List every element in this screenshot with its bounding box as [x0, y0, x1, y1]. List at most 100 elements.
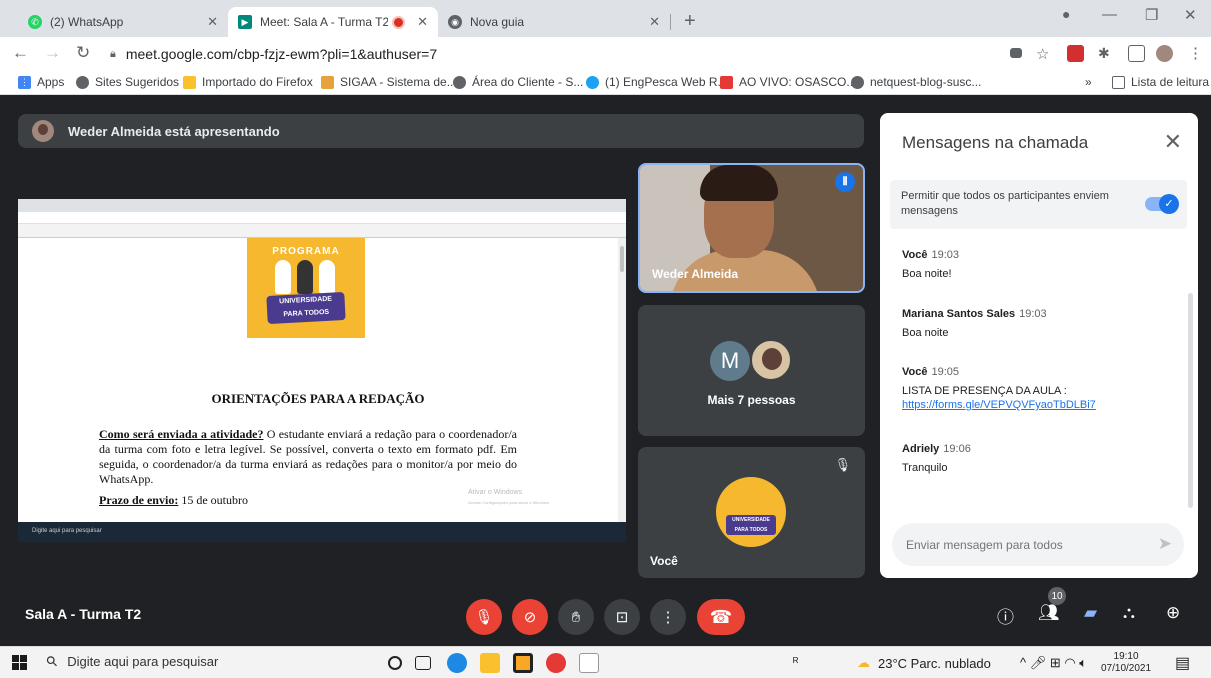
- participant-tile-self[interactable]: 🎙︎ UNIVERSIDADE PARA TODOS Você: [638, 447, 865, 578]
- close-tab-icon[interactable]: ✕: [417, 14, 428, 30]
- present-screen-button[interactable]: ⊡: [604, 599, 640, 635]
- globe-icon: [453, 75, 466, 89]
- recording-icon: [394, 17, 404, 27]
- chat-input-box[interactable]: ➤: [892, 523, 1184, 566]
- chrome-icon[interactable]: [546, 653, 566, 673]
- windows-watermark: Ativar o Windows Acesse Configurações pa…: [468, 488, 550, 508]
- leave-call-button[interactable]: ☎︎: [697, 599, 745, 635]
- watermark-line: Acesse Configurações para ativar o Windo…: [468, 500, 550, 505]
- bookmark-label: AO VIVO: OSASCO...: [739, 75, 857, 89]
- self-avatar-badge: UNIVERSIDADE PARA TODOS: [726, 515, 776, 535]
- message-link[interactable]: https://forms.gle/VEPVQVFyaoTbDLBi7: [902, 399, 1172, 411]
- chat-scrollbar[interactable]: [1188, 293, 1193, 508]
- participant-tile-presenter[interactable]: ⦀ Weder Almeida: [638, 163, 865, 293]
- bookmark-label: (1) EngPesca Web R...: [605, 75, 728, 89]
- camera-icon[interactable]: [1010, 48, 1022, 58]
- bookmark-area-cliente[interactable]: Área do Cliente - S...: [453, 75, 583, 89]
- more-people-label: Mais 7 pessoas: [707, 393, 796, 407]
- chat-message-input[interactable]: [906, 523, 1146, 566]
- presenter-avatar: [32, 120, 54, 142]
- meeting-info-button[interactable]: ⓘ: [997, 603, 1014, 628]
- mic-toggle-button[interactable]: 🎙︎: [466, 599, 502, 635]
- people-button[interactable]: 👥︎: [1038, 603, 1060, 623]
- message-sender: Você: [902, 249, 928, 261]
- taskbar-search[interactable]: ⚲ Digite aqui para pesquisar: [42, 652, 218, 671]
- restore-icon[interactable]: ❐: [1145, 6, 1158, 24]
- url-field[interactable]: 🔒︎ meet.google.com/cbp-fzjz-ewm?pli=1&au…: [110, 41, 990, 67]
- taskbar-clock[interactable]: 19:10 07/10/2021: [1101, 651, 1151, 675]
- cortana-icon[interactable]: [388, 656, 402, 670]
- menu-icon[interactable]: ⋮: [1188, 44, 1203, 62]
- profile-icon[interactable]: ●: [1062, 6, 1070, 22]
- notification-center-icon[interactable]: ▤: [1175, 653, 1190, 673]
- cast-icon[interactable]: [1128, 45, 1145, 62]
- logo-figure: [275, 260, 291, 294]
- reading-list[interactable]: Lista de leitura: [1112, 75, 1209, 89]
- close-icon[interactable]: ✕: [1164, 129, 1182, 155]
- participant-tile-others[interactable]: M Mais 7 pessoas: [638, 305, 865, 436]
- close-window-icon[interactable]: ✕: [1184, 6, 1197, 24]
- file-explorer-icon[interactable]: [480, 653, 500, 673]
- shared-pdf-page: PROGRAMA UNIVERSIDADE PARA TODOS ORIENTA…: [18, 238, 618, 522]
- bookmarks-overflow[interactable]: »: [1085, 75, 1092, 89]
- close-tab-icon[interactable]: ✕: [207, 14, 218, 30]
- tab-meet[interactable]: ▶ Meet: Sala A - Turma T2 ✕: [228, 7, 438, 37]
- forward-icon[interactable]: →: [44, 43, 61, 63]
- search-icon: ⚲: [42, 651, 62, 671]
- people-icon: 👥︎: [1038, 603, 1060, 622]
- doc-paragraph-heading: Prazo de envio:: [99, 493, 179, 507]
- allow-messages-toggle[interactable]: [1145, 194, 1179, 214]
- reading-list-icon: [1112, 75, 1125, 89]
- extensions-icon[interactable]: ✱: [1098, 45, 1110, 62]
- document-icon[interactable]: [579, 653, 599, 673]
- bookmark-netquest[interactable]: netquest-blog-susc...: [851, 75, 981, 89]
- edge-icon[interactable]: [447, 653, 467, 673]
- send-icon[interactable]: ➤: [1158, 534, 1172, 554]
- logo-footer: [247, 342, 365, 348]
- close-tab-icon[interactable]: ✕: [649, 14, 660, 30]
- bookmark-label: Importado do Firefox: [202, 75, 313, 89]
- lock-shield-icon: ⊕: [1166, 603, 1181, 622]
- bookmark-label: Sites Sugeridos: [95, 75, 180, 89]
- bookmark-label: Área do Cliente - S...: [472, 75, 584, 89]
- bookmark-aovivo[interactable]: AO VIVO: OSASCO...: [720, 75, 856, 89]
- logo-figure: [319, 260, 335, 294]
- bookmark-sigaa[interactable]: SIGAA - Sistema de...: [321, 75, 457, 89]
- camera-toggle-button[interactable]: ⊘: [512, 599, 548, 635]
- logo-badge: UNIVERSIDADE PARA TODOS: [266, 291, 346, 325]
- activities-button[interactable]: ⛬: [1123, 603, 1135, 623]
- sigaa-icon: [321, 75, 334, 89]
- weather-widget[interactable]: ☁︎ 23°C Parc. nublado: [857, 655, 991, 671]
- globe-icon: [76, 75, 89, 89]
- message-time: 19:05: [931, 366, 960, 378]
- tab-whatsapp[interactable]: ✆ (2) WhatsApp ✕: [18, 7, 228, 37]
- pdf-extension-icon[interactable]: [1067, 45, 1084, 62]
- people-tray-icon[interactable]: ᴿ: [793, 655, 807, 669]
- star-icon[interactable]: ☆: [1036, 45, 1049, 63]
- whatsapp-icon: ✆: [28, 15, 42, 29]
- bookmark-sites[interactable]: Sites Sugeridos: [76, 75, 179, 89]
- chat-message: Você 19:03 Boa noite!: [902, 247, 1172, 282]
- minimize-icon[interactable]: —: [1102, 6, 1117, 23]
- system-tray[interactable]: ^ 🎤︎ ⊞ ◠ 🔈︎: [1020, 655, 1087, 671]
- clock-date: 07/10/2021: [1101, 663, 1152, 674]
- bookmark-firefox[interactable]: Importado do Firefox: [183, 75, 313, 89]
- windows-start-icon[interactable]: [12, 655, 27, 670]
- bookmark-apps[interactable]: ⋮ Apps: [18, 75, 64, 89]
- host-controls-button[interactable]: ⊕: [1166, 603, 1180, 623]
- task-view-icon[interactable]: [415, 656, 431, 670]
- bookmark-engpesca[interactable]: (1) EngPesca Web R...: [586, 75, 728, 89]
- more-options-button[interactable]: ⋮: [650, 599, 686, 635]
- raise-hand-button[interactable]: ✋︎: [558, 599, 594, 635]
- shared-screen[interactable]: PROGRAMA UNIVERSIDADE PARA TODOS ORIENTA…: [18, 199, 626, 542]
- tab-new[interactable]: ◉ Nova guia ✕: [438, 7, 670, 37]
- sticky-notes-icon[interactable]: [513, 653, 533, 673]
- address-bar-row: ← → ↻ 🔒︎ meet.google.com/cbp-fzjz-ewm?pl…: [0, 37, 1211, 71]
- bookmarks-bar: ⋮ Apps Sites Sugeridos Importado do Firef…: [0, 71, 1211, 95]
- reading-list-label: Lista de leitura: [1131, 75, 1210, 89]
- back-icon[interactable]: ←: [12, 43, 29, 63]
- reload-icon[interactable]: ↻: [76, 43, 90, 63]
- avatar[interactable]: [1156, 45, 1173, 62]
- new-tab-icon[interactable]: +: [684, 10, 696, 33]
- chat-button[interactable]: ▰: [1084, 603, 1097, 623]
